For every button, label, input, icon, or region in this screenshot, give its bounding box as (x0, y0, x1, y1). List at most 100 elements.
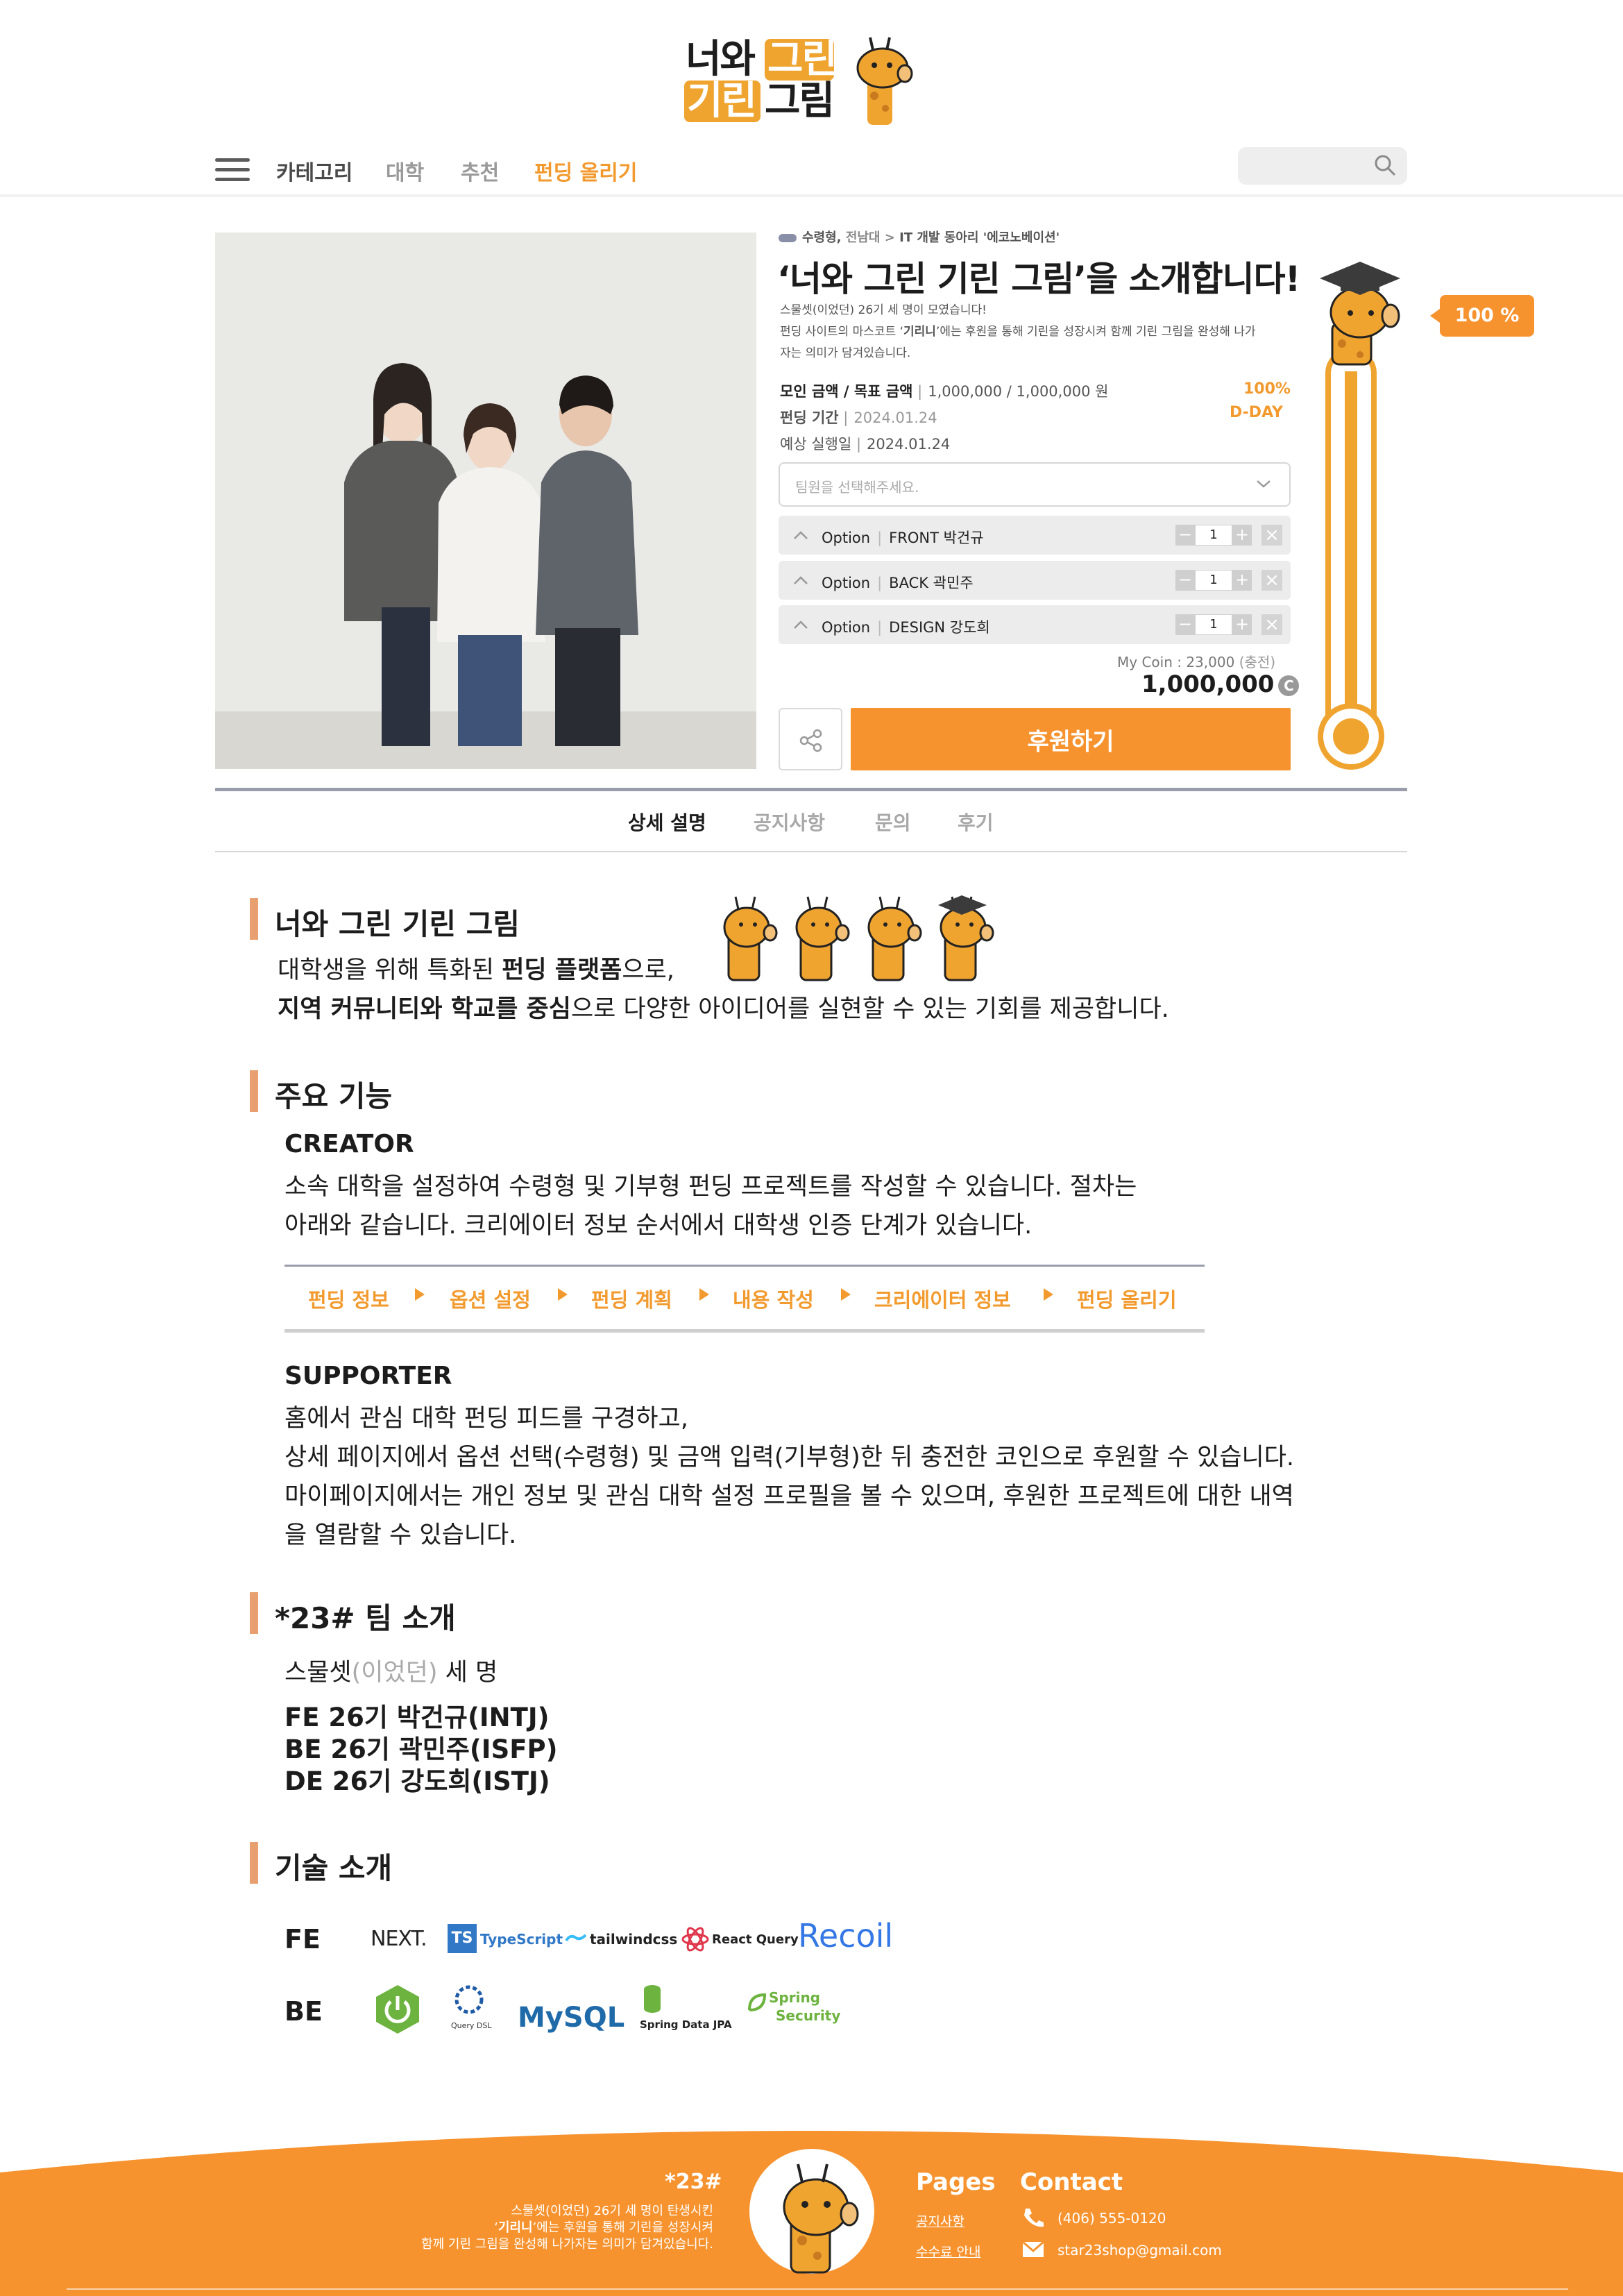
spring-security-logo: Spring (769, 1989, 820, 2006)
option-member: DESIGN 강도희 (889, 619, 990, 636)
step-label: 펀딩 계획 (591, 1288, 672, 1312)
arrow-right-icon (841, 1288, 851, 1301)
tab-divider (215, 788, 1407, 791)
spring-boot-icon (376, 1985, 419, 2034)
quantity-stepper: −1 + (1175, 614, 1252, 635)
decrease-button[interactable]: − (1175, 570, 1195, 591)
progress-bubble: 100 % (1430, 295, 1534, 337)
quantity-value[interactable]: 1 (1195, 614, 1232, 635)
option-label: Option | DESIGN 강도희 (822, 619, 990, 636)
option-label: Option | BACK 곽민주 (822, 575, 974, 591)
logo-word: 그린 (767, 37, 838, 82)
amount-row: 모인 금액 / 목표 금액 | 1,000,000 / 1,000,000 원 (780, 383, 1109, 400)
chevron-up-icon[interactable] (792, 618, 809, 632)
decrease-button[interactable]: − (1175, 614, 1195, 635)
logo-word: 그림 (765, 78, 835, 124)
breadcrumb-school[interactable]: 전남대 > (846, 230, 895, 245)
phone-icon (1024, 2209, 1044, 2227)
intro-text: 대학생을 위해 특화된 (278, 956, 502, 984)
description-text: ’에는 후원을 통해 기린을 성장시켜 함께 기린 그림을 완성해 나가 (935, 325, 1256, 339)
section-title: *23# 팀 소개 (275, 1601, 456, 1635)
footer-description: 스물셋(이었던) 26기 세 명이 탄생시킨 ‘기리니’에는 후원을 통해 기린… (389, 2203, 713, 2253)
funding-progress-thermometer (1318, 262, 1400, 770)
amount-value: 1,000,000 / 1,000,000 원 (928, 383, 1109, 400)
footer-email[interactable]: star23shop@gmail.com (1057, 2242, 1222, 2259)
section-marker (250, 1842, 258, 1884)
spring-security-logo: Security (776, 2007, 841, 2024)
period-label: 펀딩 기간 (780, 410, 839, 426)
amount-label: 모인 금액 / 목표 금액 (780, 383, 913, 400)
option-text: Option (822, 530, 871, 546)
querydsl-logo: Query DSL (451, 2021, 492, 2030)
tab-detail[interactable]: 상세 설명 (628, 808, 706, 836)
arrow-right-icon (415, 1288, 425, 1301)
steps-divider (284, 1329, 1205, 1333)
footer-brand: *23# (665, 2170, 722, 2194)
spring-security-icon (748, 1993, 767, 2011)
recoil-logo: Recoil (798, 1917, 894, 1955)
period-value: 2024.01.24 (853, 410, 937, 426)
nav-university[interactable]: 대학 (386, 155, 424, 186)
quantity-value[interactable]: 1 (1195, 570, 1232, 591)
remove-option-close-icon[interactable]: × (1261, 525, 1282, 546)
footer-mascot-name: 기리니 (498, 2220, 533, 2235)
increase-button[interactable]: + (1232, 570, 1252, 591)
tab-notice[interactable]: 공지사항 (754, 808, 825, 836)
supporter-heading: SUPPORTER (284, 1362, 452, 1390)
step-label: 펀딩 정보 (308, 1288, 389, 1312)
supporter-line-1: 홈에서 관심 대학 펀딩 피드를 구경하고, (284, 1405, 688, 1433)
funding-percent: 100% (1243, 380, 1291, 398)
increase-button[interactable]: + (1232, 525, 1252, 546)
querydsl-icon (454, 1985, 484, 2014)
footer-contact-title: Contact (1020, 2168, 1123, 2196)
remove-option-close-icon[interactable]: × (1261, 614, 1282, 635)
step-label: 옵션 설정 (450, 1288, 531, 1312)
description-line: 자는 의미가 담겨있습니다. (780, 346, 911, 360)
mysql-logo: MySQL (518, 2002, 625, 2034)
increase-button[interactable]: + (1232, 614, 1252, 635)
tab-divider (215, 851, 1407, 852)
team-member: FE 26기 박건규(INTJ) (284, 1703, 550, 1732)
charge-link[interactable]: (충전) (1239, 654, 1275, 670)
creator-line-2: 아래와 같습니다. 크리에이터 정보 순서에서 대학생 인증 단계가 있습니다. (284, 1212, 1033, 1240)
section-marker (250, 1070, 258, 1112)
breadcrumb: 수령형, 전남대 > IT 개발 동아리 '에코노베이션' (779, 228, 1060, 246)
breadcrumb-type[interactable]: 수령형, (802, 230, 842, 245)
search-icon[interactable] (1373, 153, 1397, 178)
team-intro: 스물셋(이었던) 세 명 (284, 1653, 498, 1692)
chevron-up-icon[interactable] (792, 528, 809, 542)
description-text: 펀딩 사이트의 마스코트 ‘ (780, 325, 904, 339)
delivery-row: 예상 실행일 | 2024.01.24 (780, 436, 951, 453)
footer-phone[interactable]: (406) 555-0120 (1057, 2210, 1166, 2227)
nav-category[interactable]: 카테고리 (276, 155, 352, 186)
nav-recommend[interactable]: 추천 (461, 155, 499, 186)
share-button[interactable] (779, 708, 842, 770)
decrease-button[interactable]: − (1175, 525, 1195, 546)
remove-option-close-icon[interactable]: × (1261, 570, 1282, 591)
project-photo (215, 233, 756, 769)
footer-link-fees[interactable]: 수수료 안내 (916, 2242, 980, 2261)
giraffe-mascot-icon (856, 37, 913, 125)
intro-highlight: 지역 커뮤니티와 학교를 중심 (278, 995, 571, 1023)
intro-text: 으로, (622, 956, 674, 984)
chevron-down-icon (1257, 480, 1271, 488)
description-line: 펀딩 사이트의 마스코트 ‘기리니’에는 후원을 통해 기린을 성장시켜 함께 … (780, 321, 1293, 343)
quantity-value[interactable]: 1 (1195, 525, 1232, 546)
logo-word: 기린 (687, 78, 757, 124)
arrow-right-icon (699, 1288, 709, 1301)
chevron-up-icon[interactable] (792, 573, 809, 587)
search-input[interactable] (1238, 147, 1407, 185)
section-title: 주요 기능 (275, 1079, 393, 1113)
hamburger-icon[interactable] (215, 158, 250, 182)
tab-review[interactable]: 후기 (958, 808, 994, 836)
mail-icon (1022, 2240, 1044, 2257)
tab-inquiry[interactable]: 문의 (875, 808, 911, 836)
support-button[interactable]: 후원하기 (851, 708, 1291, 770)
team-intro-text: (이었던) (351, 1659, 438, 1687)
footer-link-notice[interactable]: 공지사항 (916, 2211, 965, 2230)
nav-upload-funding[interactable]: 펀딩 올리기 (534, 155, 637, 186)
member-select[interactable]: 팀원을 선택해주세요. (779, 462, 1291, 507)
site-logo[interactable]: 너와 그린 기린 그림 (684, 35, 913, 125)
breadcrumb-club[interactable]: IT 개발 동아리 '에코노베이션' (899, 230, 1060, 245)
nextjs-logo: NEXT. (371, 1927, 427, 1951)
